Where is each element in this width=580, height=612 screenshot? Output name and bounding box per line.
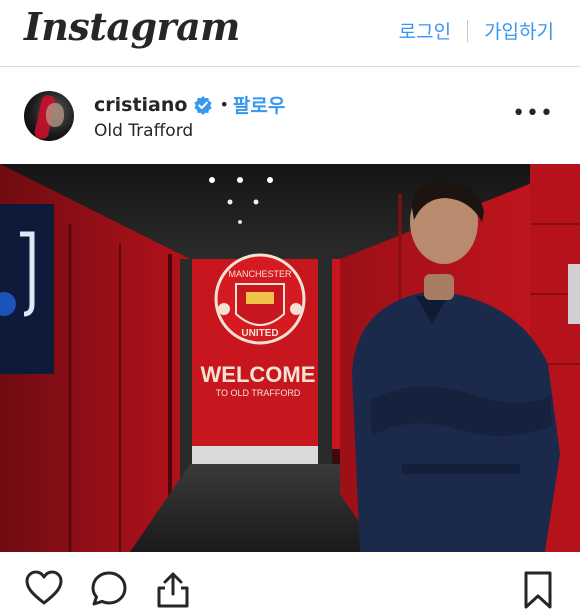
verified-badge-icon [194,95,213,115]
top-navigation-bar: Instagram 로그인 가입하기 [0,0,580,67]
bookmark-icon[interactable] [522,570,554,610]
post-action-bar [0,560,580,612]
avatar-face [46,103,64,127]
share-icon[interactable] [154,570,192,610]
comment-icon[interactable] [90,570,128,608]
crest-top-text: MANCHESTER [228,269,292,279]
auth-divider [467,19,469,42]
login-link[interactable]: 로그인 [399,17,451,44]
username-row: cristiano • 팔로우 [94,91,285,118]
signup-link[interactable]: 가입하기 [484,17,554,44]
crest-bottom-text: UNITED [241,328,278,339]
follow-button[interactable]: 팔로우 [233,91,285,118]
separator-dot: • [219,95,229,114]
welcome-sign-subtext: TO OLD TRAFFORD [216,388,301,398]
heart-icon[interactable] [24,570,64,606]
post-image-illustration: MANCHESTER UNITED WELCOME TO OLD TRAFFOR… [0,164,580,552]
post-image[interactable]: MANCHESTER UNITED WELCOME TO OLD TRAFFOR… [0,164,580,552]
username-link[interactable]: cristiano [94,94,187,116]
post-header: cristiano • 팔로우 Old Trafford ••• [0,67,580,163]
location-link[interactable]: Old Trafford [94,121,193,141]
more-options-icon[interactable]: ••• [512,103,554,125]
instagram-logo[interactable]: Instagram [24,4,240,49]
profile-avatar[interactable] [24,91,74,141]
welcome-sign-text: WELCOME [201,362,316,387]
auth-links: 로그인 가입하기 [399,17,554,44]
